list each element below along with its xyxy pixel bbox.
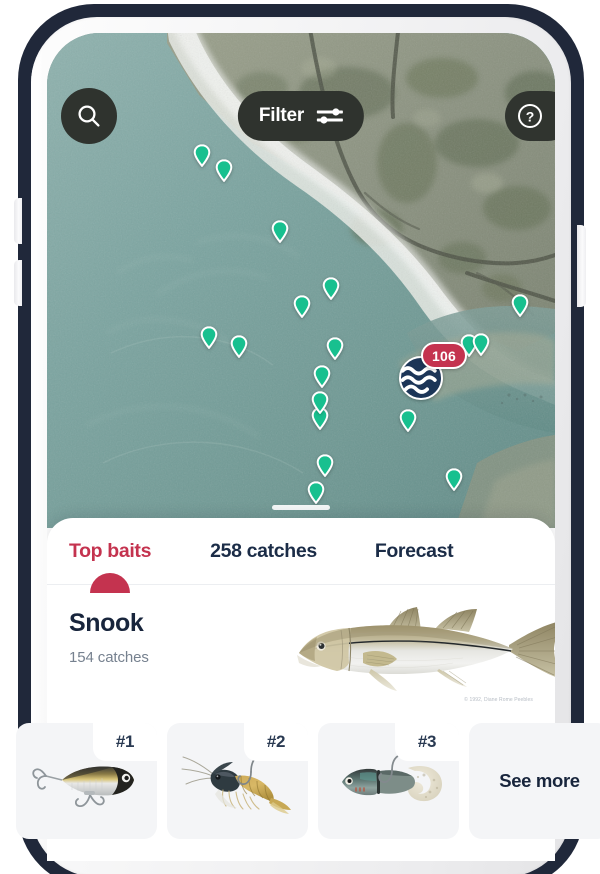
waves-icon (401, 365, 437, 394)
search-icon (78, 105, 100, 127)
bait-card-1[interactable]: #1 (16, 723, 157, 839)
sheet-tabs: Top baits 258 catches Forecast (47, 518, 555, 593)
map-pin[interactable] (193, 144, 211, 167)
sheet-drag-handle[interactable] (272, 505, 330, 510)
bait-rank-badge-1: #1 (93, 723, 157, 761)
tab-catches-label: 258 catches (210, 539, 317, 562)
map-cluster-marker[interactable]: 106 (399, 342, 467, 400)
search-button[interactable] (61, 88, 117, 144)
top-baits-rail[interactable]: #1 #2 #3 See more (16, 723, 600, 839)
map-pin[interactable] (472, 333, 490, 356)
screenshot-stage: 106 Filter ? Top baits 258 catches Forec… (0, 0, 600, 874)
map-pin[interactable] (322, 277, 340, 300)
map-pin[interactable] (511, 294, 529, 317)
map-pin[interactable] (316, 454, 334, 477)
map-pin[interactable] (271, 220, 289, 243)
bait-rank-badge-3: #3 (395, 723, 459, 761)
bait-rank-label-1: #1 (115, 732, 135, 751)
sliders-icon (317, 108, 344, 124)
cluster-count-badge: 106 (421, 342, 467, 369)
map-pin[interactable] (326, 337, 344, 360)
help-button[interactable]: ? (505, 91, 555, 141)
snook-fish-illustration (277, 601, 555, 697)
volume-up-button[interactable] (14, 198, 22, 244)
map-pin[interactable] (311, 391, 329, 414)
illustration-credit: © 1992, Diane Rome Peebles (464, 697, 533, 703)
question-mark-icon: ? (518, 104, 542, 128)
map-pin[interactable] (215, 159, 233, 182)
map-pin[interactable] (445, 468, 463, 491)
bait-rank-badge-2: #2 (244, 723, 308, 761)
bait-rank-label-3: #3 (417, 732, 437, 751)
volume-down-button[interactable] (14, 260, 22, 306)
map-pin[interactable] (307, 481, 325, 504)
bait-rank-label-2: #2 (266, 732, 286, 751)
tab-catches[interactable]: 258 catches (204, 540, 323, 563)
tab-top-baits[interactable]: Top baits (63, 539, 157, 593)
species-summary: Snook 154 catches © 1992, Diane Rome Pee… (47, 585, 555, 713)
bait-card-2[interactable]: #2 (167, 723, 308, 839)
tab-forecast-label: Forecast (374, 539, 454, 562)
see-more-label: See more (499, 770, 580, 791)
map-pin[interactable] (313, 365, 331, 388)
tab-top-baits-label: Top baits (69, 539, 152, 562)
see-more-card[interactable]: See more (469, 723, 600, 839)
filter-label: Filter (258, 105, 305, 126)
bait-card-3[interactable]: #3 (318, 723, 459, 839)
map-pin[interactable] (200, 326, 218, 349)
filter-button[interactable]: Filter (237, 91, 365, 141)
map-pin[interactable] (230, 335, 248, 358)
svg-text:?: ? (526, 108, 535, 124)
map-pin[interactable] (293, 295, 311, 318)
tab-forecast[interactable]: Forecast (369, 540, 460, 563)
power-button[interactable] (577, 225, 586, 307)
